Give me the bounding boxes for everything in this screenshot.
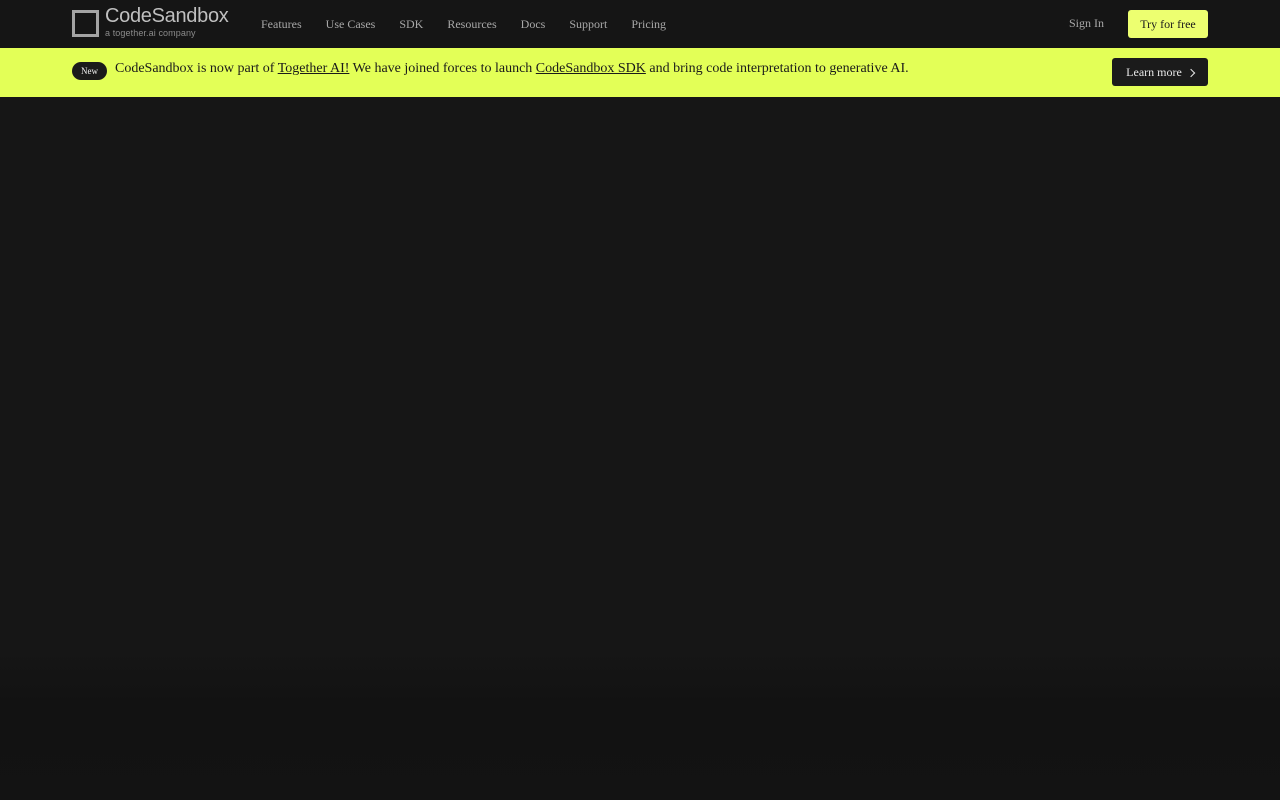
- main-content-area: [0, 97, 1280, 800]
- codesandbox-sdk-link[interactable]: CodeSandbox SDK: [536, 61, 646, 76]
- nav-link-sdk[interactable]: SDK: [399, 17, 423, 32]
- new-badge: New: [72, 62, 107, 80]
- logo-name: CodeSandbox: [105, 5, 229, 27]
- together-ai-link[interactable]: Together AI!: [278, 61, 350, 76]
- nav-link-features[interactable]: Features: [261, 17, 302, 32]
- main-nav: Features Use Cases SDK Resources Docs Su…: [261, 0, 666, 48]
- sign-in-link[interactable]: Sign In: [1069, 16, 1104, 31]
- banner-message: CodeSandbox is now part of Together AI! …: [115, 61, 909, 77]
- banner-text-part-1: CodeSandbox is now part of: [115, 61, 278, 76]
- square-logo-icon: [72, 10, 99, 37]
- top-navigation: CodeSandbox a together.ai company Featur…: [0, 0, 1280, 48]
- learn-more-label: Learn more: [1126, 64, 1182, 79]
- codesandbox-logo[interactable]: CodeSandbox a together.ai company: [72, 5, 242, 40]
- nav-link-use-cases[interactable]: Use Cases: [326, 17, 376, 32]
- chevron-right-icon: [1186, 68, 1196, 77]
- learn-more-button[interactable]: Learn more: [1112, 58, 1208, 86]
- nav-link-docs[interactable]: Docs: [521, 17, 546, 32]
- nav-link-support[interactable]: Support: [569, 17, 607, 32]
- nav-link-resources[interactable]: Resources: [447, 17, 496, 32]
- banner-text-part-2: We have joined forces to launch: [349, 61, 536, 76]
- try-for-free-button[interactable]: Try for free: [1128, 10, 1208, 38]
- banner-text-part-3: and bring code interpretation to generat…: [645, 61, 909, 76]
- announcement-banner: New CodeSandbox is now part of Together …: [0, 48, 1280, 97]
- logo-tagline: a together.ai company: [105, 28, 196, 38]
- nav-link-pricing[interactable]: Pricing: [631, 17, 666, 32]
